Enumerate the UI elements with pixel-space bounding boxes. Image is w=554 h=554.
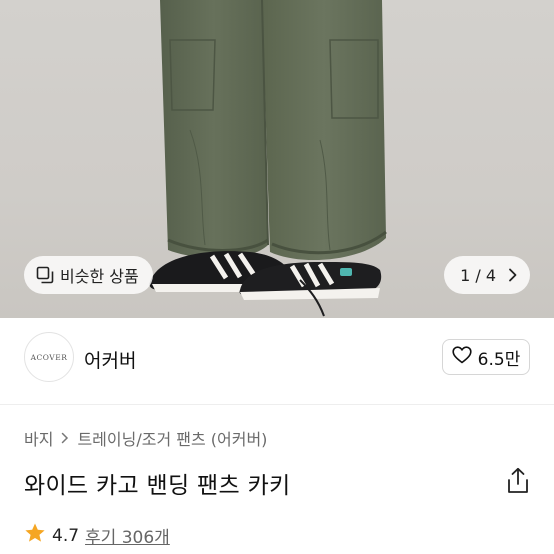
breadcrumb-subcategory[interactable]: 트레이닝/조거 팬츠 (어커버) (77, 426, 267, 450)
product-image-carousel[interactable]: 비슷한 상품 1 / 4 (0, 0, 554, 318)
similar-products-label: 비슷한 상품 (60, 267, 139, 286)
brand-logo[interactable]: ACOVER (24, 332, 74, 382)
like-count: 6.5만 (477, 349, 521, 370)
product-rating: 4.7 후기 306개 (24, 522, 170, 549)
image-pager-count: 1 / 4 (460, 265, 496, 285)
image-pager[interactable]: 1 / 4 (444, 256, 530, 294)
similar-products-button[interactable]: 비슷한 상품 (24, 256, 153, 294)
brand-logo-text: ACOVER (30, 352, 68, 362)
heart-icon (452, 345, 472, 369)
share-button[interactable] (506, 467, 530, 495)
product-title: 와이드 카고 밴딩 팬츠 카키 (24, 473, 291, 499)
chevron-right-icon (61, 429, 69, 448)
review-count-link[interactable]: 후기 306개 (85, 523, 170, 548)
brand-row: ACOVER 어커버 6.5만 (0, 318, 554, 404)
brand-name[interactable]: 어커버 (84, 346, 136, 373)
breadcrumb-category[interactable]: 바지 (24, 426, 53, 450)
star-icon (24, 522, 46, 549)
share-icon (506, 467, 530, 499)
divider (0, 404, 554, 405)
like-button[interactable]: 6.5만 (442, 339, 530, 375)
chevron-right-icon[interactable] (508, 268, 518, 282)
similar-products-icon (36, 266, 54, 284)
rating-score: 4.7 (52, 525, 80, 546)
breadcrumb: 바지 트레이닝/조거 팬츠 (어커버) (24, 426, 267, 450)
